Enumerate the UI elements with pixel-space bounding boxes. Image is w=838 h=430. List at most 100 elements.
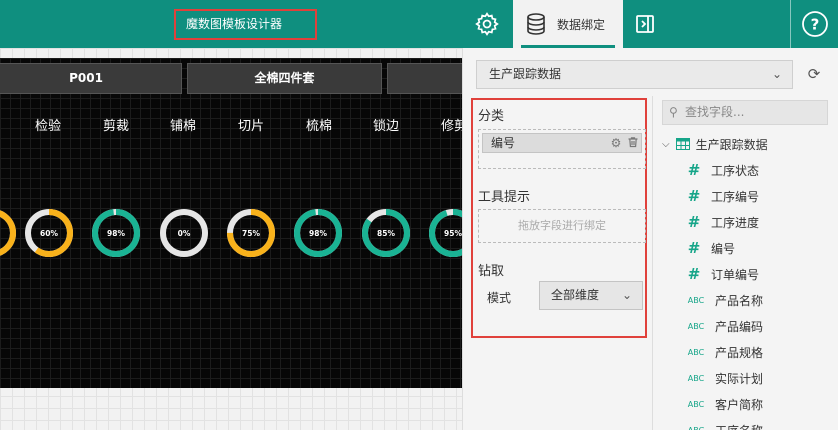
text-field-icon: ABC bbox=[687, 425, 705, 430]
field-item-label: 订单编号 bbox=[711, 267, 760, 282]
tab-cell-next: 8 bbox=[387, 63, 462, 94]
stage-label: 锁边 bbox=[372, 119, 399, 134]
binding-sections: 分类 编号 ⚙ 工具提示 拖放字段进行绑定 钻取 模式 全部维度 ⌄ bbox=[471, 98, 647, 338]
datasource-select[interactable]: 生产跟踪数据 ⌄ bbox=[476, 60, 793, 89]
tree-root-label: 生产跟踪数据 bbox=[695, 137, 768, 152]
progress-ring: 95% bbox=[429, 209, 462, 257]
tooltip-drop-hint: 拖放字段进行绑定 bbox=[518, 219, 606, 232]
search-placeholder: 查找字段... bbox=[685, 105, 745, 119]
field-item-label: 工序进度 bbox=[711, 215, 760, 230]
stage-label: 修剪 bbox=[440, 119, 462, 134]
stage-label: 检验 bbox=[34, 119, 61, 134]
progress-ring-label: 0% bbox=[178, 229, 191, 238]
progress-ring: 85% bbox=[362, 209, 410, 257]
field-item[interactable]: ABC 产品编码 bbox=[683, 316, 763, 336]
progress-ring-label: 95% bbox=[444, 229, 462, 238]
svg-text:?: ? bbox=[810, 16, 819, 34]
field-item[interactable]: ABC 工序名称 bbox=[683, 420, 763, 430]
chevron-down-icon: ⌄ bbox=[621, 288, 632, 302]
field-item[interactable]: # 订单编号 bbox=[683, 264, 759, 284]
progress-ring: 60% bbox=[25, 209, 73, 257]
field-item[interactable]: ABC 产品规格 bbox=[683, 342, 763, 362]
field-item[interactable]: ABC 实际计划 bbox=[683, 368, 763, 388]
tooltip-title: 工具提示 bbox=[478, 190, 531, 205]
category-drop-zone[interactable]: 编号 ⚙ bbox=[478, 129, 646, 169]
field-item-label: 产品编码 bbox=[715, 319, 764, 334]
text-field-icon: ABC bbox=[687, 347, 705, 357]
progress-ring-fill bbox=[0, 209, 16, 257]
progress-ring: 0% bbox=[160, 209, 208, 257]
app-title: 魔数图模板设计器 bbox=[174, 9, 317, 40]
toggle-panel-button[interactable] bbox=[628, 0, 662, 48]
panel-toggle-icon bbox=[636, 15, 654, 33]
help-icon: ? bbox=[801, 11, 828, 37]
category-field-chip[interactable]: 编号 ⚙ bbox=[482, 133, 642, 153]
progress-ring-label: 85% bbox=[377, 229, 395, 238]
stage-label: 梳棉 bbox=[305, 119, 332, 134]
numeric-field-icon: # bbox=[687, 265, 701, 283]
numeric-field-icon: # bbox=[687, 239, 701, 257]
progress-ring-label: 98% bbox=[309, 229, 327, 238]
drill-mode-select[interactable]: 全部维度 ⌄ bbox=[539, 281, 643, 310]
category-field-label: 编号 bbox=[491, 136, 516, 150]
top-bar: 魔数图模板设计器 数据绑定 ? bbox=[0, 0, 838, 48]
progress-ring: 75% bbox=[227, 209, 275, 257]
database-icon bbox=[527, 13, 545, 35]
table-icon bbox=[675, 138, 690, 150]
numeric-field-icon: # bbox=[687, 213, 701, 231]
tab-cell-order: P001 bbox=[0, 63, 182, 94]
data-binding-label: 数据绑定 bbox=[557, 17, 606, 32]
progress-ring: 98% bbox=[92, 209, 140, 257]
progress-ring-label: 75% bbox=[242, 229, 260, 238]
panel-divider bbox=[652, 96, 653, 430]
drill-title: 钻取 bbox=[478, 264, 505, 279]
gear-icon bbox=[475, 12, 499, 36]
category-title: 分类 bbox=[478, 109, 505, 124]
chevron-down-icon[interactable]: ⌵ bbox=[662, 139, 670, 150]
stage-label: 切片 bbox=[237, 119, 264, 134]
field-item-label: 客户简称 bbox=[715, 397, 764, 412]
tooltip-drop-zone[interactable]: 拖放字段进行绑定 bbox=[478, 209, 646, 243]
search-icon: ⚲ bbox=[669, 105, 678, 119]
data-binding-tab[interactable]: 数据绑定 bbox=[513, 0, 623, 48]
tab-cell-product: 全棉四件套 bbox=[187, 63, 382, 94]
field-search-input[interactable]: ⚲ 查找字段... bbox=[662, 100, 828, 125]
numeric-field-icon: # bbox=[687, 187, 701, 205]
field-item-label: 工序名称 bbox=[715, 422, 763, 430]
progress-ring: 98% bbox=[294, 209, 342, 257]
field-item[interactable]: # 工序状态 bbox=[683, 160, 759, 180]
field-item-label: 产品规格 bbox=[715, 345, 764, 360]
chevron-down-icon: ⌄ bbox=[771, 67, 782, 81]
data-binding-panel: 生产跟踪数据 ⌄ ⟳ 分类 编号 ⚙ 工具提示 拖放字段进行绑定 钻取 模式 全… bbox=[462, 48, 838, 430]
numeric-field-icon: # bbox=[687, 161, 701, 179]
text-field-icon: ABC bbox=[687, 321, 705, 331]
field-item[interactable]: # 工序进度 bbox=[683, 212, 759, 232]
field-item[interactable]: # 编号 bbox=[683, 238, 735, 258]
field-item-label: 实际计划 bbox=[715, 371, 764, 386]
field-item[interactable]: ABC 产品名称 bbox=[683, 290, 763, 310]
datasource-value: 生产跟踪数据 bbox=[489, 67, 562, 81]
field-item-label: 编号 bbox=[711, 241, 736, 256]
stage-label: 铺棉 bbox=[169, 119, 196, 134]
drill-mode-value: 全部维度 bbox=[551, 288, 600, 302]
settings-button[interactable] bbox=[463, 0, 511, 48]
text-field-icon: ABC bbox=[687, 295, 705, 305]
dashboard-widget[interactable]: P001 全棉四件套 8 检验 剪裁 铺棉 切片 梳棉 锁边 修剪 60% 98%… bbox=[0, 58, 462, 388]
stage-label: 剪裁 bbox=[102, 119, 129, 134]
tree-root-datasource[interactable]: ⌵ 生产跟踪数据 bbox=[662, 134, 768, 154]
field-item[interactable]: ABC 客户简称 bbox=[683, 394, 763, 414]
refresh-button[interactable]: ⟳ bbox=[803, 62, 825, 86]
trash-icon[interactable] bbox=[626, 136, 640, 150]
refresh-icon: ⟳ bbox=[807, 65, 821, 83]
progress-ring-label: 60% bbox=[40, 229, 58, 238]
field-item[interactable]: # 工序编号 bbox=[683, 186, 759, 206]
mode-label: 模式 bbox=[487, 291, 512, 305]
text-field-icon: ABC bbox=[687, 399, 705, 409]
field-item-label: 工序状态 bbox=[711, 163, 760, 178]
gear-icon[interactable]: ⚙ bbox=[609, 136, 623, 150]
text-field-icon: ABC bbox=[687, 373, 705, 383]
design-canvas[interactable]: P001 全棉四件套 8 检验 剪裁 铺棉 切片 梳棉 锁边 修剪 60% 98%… bbox=[0, 48, 462, 430]
help-button[interactable]: ? bbox=[790, 0, 838, 48]
progress-ring-label: 98% bbox=[107, 229, 125, 238]
field-item-label: 产品名称 bbox=[715, 293, 764, 308]
